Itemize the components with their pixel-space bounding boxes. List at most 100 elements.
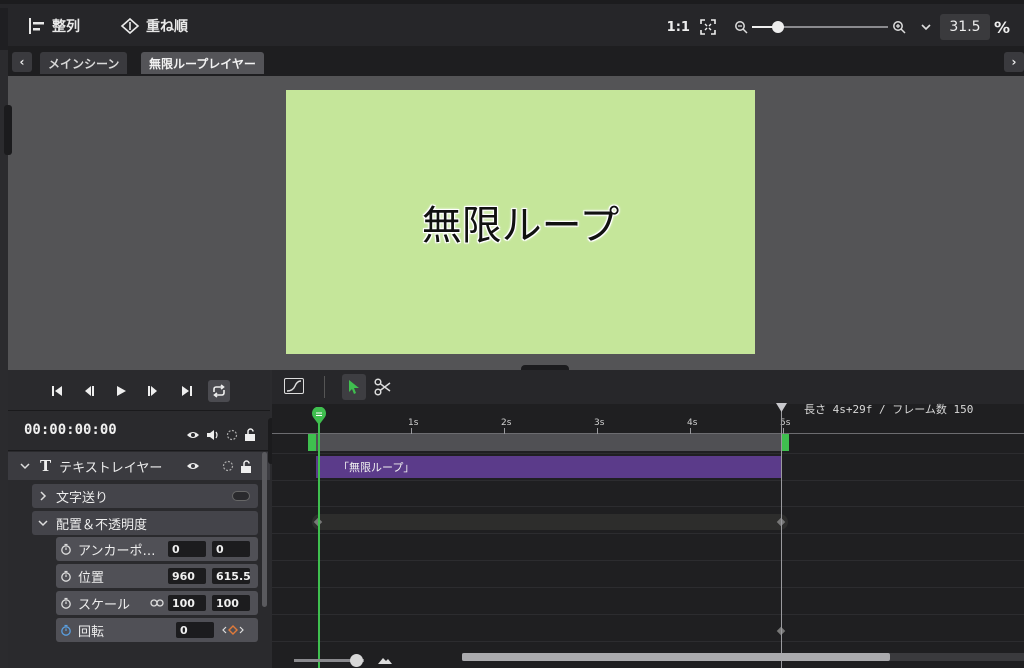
loop-icon xyxy=(213,384,225,398)
text-layer-clip[interactable]: 「無限ループ」 xyxy=(316,456,781,478)
scissors-icon xyxy=(374,378,391,396)
left-panel-grip[interactable] xyxy=(4,105,12,155)
layer-name[interactable]: テキストレイヤー xyxy=(59,457,162,476)
chevron-right-icon[interactable] xyxy=(38,491,48,501)
solo-icon[interactable] xyxy=(222,460,234,472)
zoom-unit: % xyxy=(993,17,1010,37)
align-button[interactable]: 整列 xyxy=(28,16,80,36)
tab-infinite-loop-layer[interactable]: 無限ループレイヤー xyxy=(141,52,264,74)
tick-label: 4s xyxy=(687,418,698,428)
preview-canvas[interactable]: 無限ループ xyxy=(286,90,755,354)
tab-main-scene[interactable]: メインシーン xyxy=(40,52,128,74)
chevron-down-icon[interactable] xyxy=(38,518,48,528)
property-label: アンカーポ… xyxy=(78,543,156,559)
solo-icon[interactable] xyxy=(226,429,238,441)
layer-panel-scrollbar[interactable] xyxy=(262,452,267,607)
tab-label: メインシーン xyxy=(48,56,120,71)
tab-next-button[interactable]: › xyxy=(1004,52,1024,72)
cut-tool-button[interactable] xyxy=(374,378,392,399)
cursor-arrow-icon xyxy=(349,380,359,394)
work-area-bar[interactable] xyxy=(308,434,783,451)
canvas-text[interactable]: 無限ループ xyxy=(422,193,620,251)
order-button[interactable]: 重ね順 xyxy=(120,16,188,36)
tab-prev-button[interactable]: ‹ xyxy=(12,52,32,72)
rotation-input[interactable]: 0 xyxy=(176,622,214,638)
chevron-down-icon[interactable] xyxy=(20,461,30,471)
stopwatch-icon[interactable] xyxy=(60,624,72,636)
work-area-end-handle[interactable] xyxy=(781,434,789,451)
zoom-slider[interactable] xyxy=(751,20,888,34)
anchor-x-input[interactable]: 0 xyxy=(168,541,206,557)
align-label: 整列 xyxy=(52,19,80,35)
track-row xyxy=(272,615,1024,642)
zoom-slider-knob[interactable] xyxy=(771,21,784,33)
zoom-value: 31.5 xyxy=(949,19,981,35)
property-rotation: 回転 0 xyxy=(56,618,258,642)
zoom-controls: 1:1 31.5 % xyxy=(667,14,1024,40)
unlock-icon[interactable] xyxy=(244,428,256,441)
play-button[interactable] xyxy=(110,380,132,402)
preview-area: 無限ループ xyxy=(8,76,1024,373)
tab-label: 無限ループレイヤー xyxy=(149,56,256,71)
scale-x-input[interactable]: 100 xyxy=(168,595,206,611)
anchor-y-input[interactable]: 0 xyxy=(212,541,250,557)
keyframe-nav-icon[interactable] xyxy=(222,625,244,635)
loop-toggle-button[interactable] xyxy=(208,380,230,402)
keyframe-track[interactable] xyxy=(312,514,788,530)
divider xyxy=(8,450,270,451)
speaker-icon[interactable] xyxy=(206,429,220,441)
property-scale: スケール 100 100 xyxy=(56,591,258,615)
zoom-out-icon[interactable] xyxy=(734,20,748,34)
mountain-icon[interactable] xyxy=(378,656,392,664)
play-icon xyxy=(117,386,126,396)
zoom-in-icon[interactable] xyxy=(892,20,906,34)
playhead-handle[interactable] xyxy=(311,407,327,425)
text-layer-row[interactable]: T テキストレイヤー xyxy=(8,452,270,480)
chevron-down-icon[interactable] xyxy=(920,21,932,33)
stopwatch-icon[interactable] xyxy=(60,543,72,555)
stopwatch-icon[interactable] xyxy=(60,570,72,582)
playback-controls xyxy=(8,370,270,410)
zoom-input[interactable]: 31.5 xyxy=(939,14,990,40)
timeline-toolbar xyxy=(272,370,1024,404)
property-position: 位置 960 615.5 xyxy=(56,564,258,588)
playhead-line xyxy=(318,418,320,668)
timeline-zoom-knob[interactable] xyxy=(350,654,363,667)
track-row xyxy=(272,588,1024,615)
top-toolbar: 整列 重ね順 1:1 31.5 % xyxy=(0,0,1024,50)
unlock-icon[interactable] xyxy=(240,459,252,473)
prev-frame-button[interactable] xyxy=(78,380,100,402)
skip-start-icon xyxy=(52,386,62,396)
stopwatch-icon[interactable] xyxy=(60,597,72,609)
tick-label: 2s xyxy=(501,418,512,428)
step-forward-icon xyxy=(148,386,157,396)
fit-screen-icon[interactable] xyxy=(700,19,716,35)
eye-icon[interactable] xyxy=(186,429,200,441)
order-label: 重ね順 xyxy=(146,19,188,35)
select-tool-button[interactable] xyxy=(342,374,366,400)
timeline-scrollbar[interactable] xyxy=(462,653,890,661)
skip-end-icon xyxy=(182,386,192,396)
ratio-button[interactable]: 1:1 xyxy=(667,20,690,35)
end-marker-icon[interactable] xyxy=(776,403,787,413)
next-frame-button[interactable] xyxy=(142,380,164,402)
length-info: 長さ 4s+29f / フレーム数 150 xyxy=(804,403,974,416)
position-y-input[interactable]: 615.5 xyxy=(212,568,251,584)
clip-label: 「無限ループ」 xyxy=(338,461,415,474)
go-to-end-button[interactable] xyxy=(176,380,198,402)
position-x-input[interactable]: 960 xyxy=(168,568,206,584)
group-text-send[interactable]: 文字送り xyxy=(32,484,258,508)
text-type-icon: T xyxy=(40,457,52,475)
eye-icon[interactable] xyxy=(186,460,200,472)
go-to-start-button[interactable] xyxy=(46,380,68,402)
graph-editor-button[interactable] xyxy=(284,378,304,394)
toggle-switch[interactable] xyxy=(232,491,250,501)
scale-y-input[interactable]: 100 xyxy=(212,595,250,611)
toolbar-separator xyxy=(324,376,325,398)
curve-icon xyxy=(286,380,302,392)
timecode-display[interactable]: 00:00:00:00 xyxy=(24,422,117,438)
group-placement-opacity[interactable]: 配置＆不透明度 xyxy=(32,511,258,535)
work-area-start-handle[interactable] xyxy=(308,434,316,451)
property-anchor: アンカーポ… 0 0 xyxy=(56,537,258,561)
link-icon[interactable] xyxy=(150,598,164,608)
